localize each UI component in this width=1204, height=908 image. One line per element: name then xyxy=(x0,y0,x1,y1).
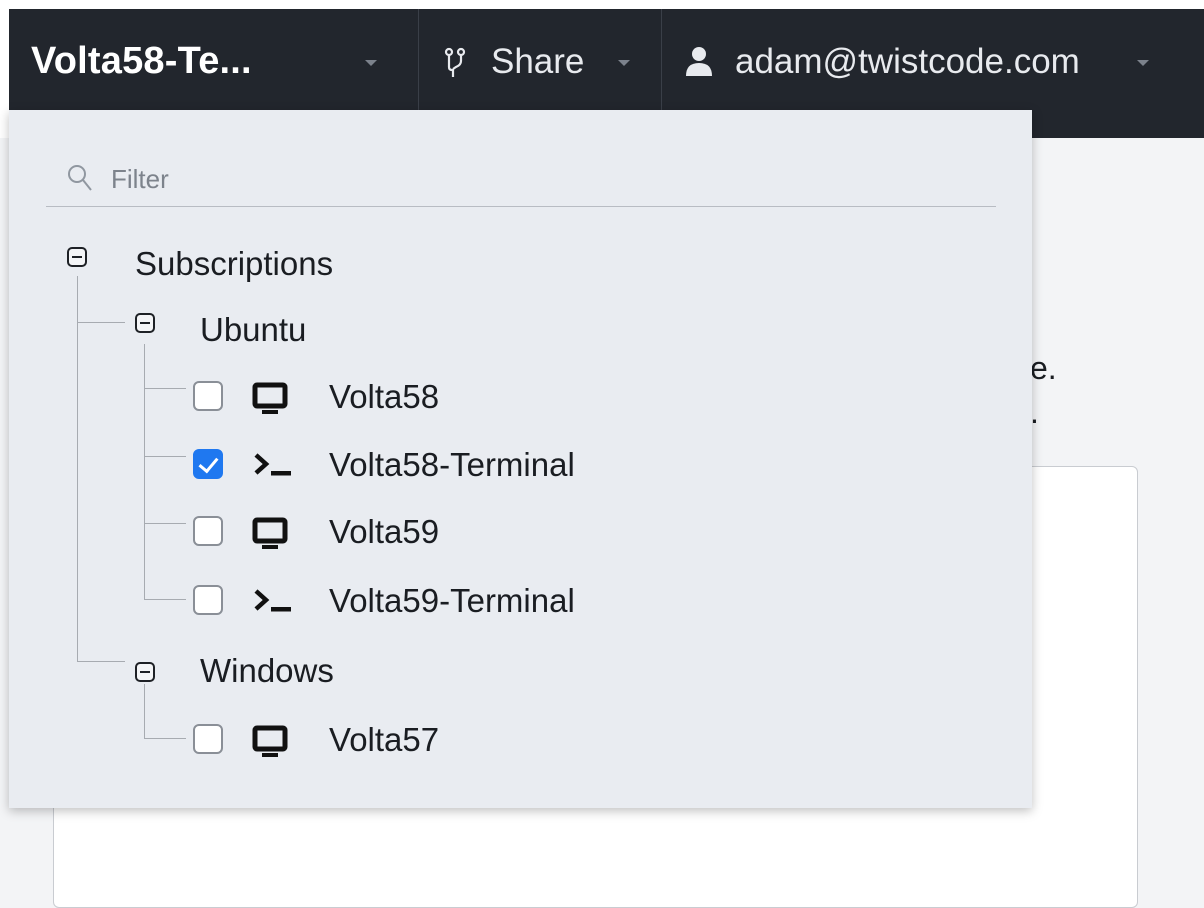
collapse-toggle-subscriptions[interactable] xyxy=(67,247,87,267)
monitor-icon xyxy=(252,725,288,757)
checkbox-volta59[interactable] xyxy=(193,516,223,546)
checkbox-volta57[interactable] xyxy=(193,724,223,754)
caret-down-icon xyxy=(1137,60,1149,66)
share-button[interactable]: Share xyxy=(420,9,662,110)
terminal-icon xyxy=(254,589,291,612)
tree-group-windows[interactable]: Windows xyxy=(200,652,334,690)
monitor-icon xyxy=(252,517,288,549)
background-text-fragment: e. xyxy=(1030,350,1057,386)
session-title: Volta58-Te... xyxy=(31,40,252,82)
tree-item-volta58[interactable]: Volta58 xyxy=(329,378,439,416)
filter-input[interactable] xyxy=(109,158,973,200)
terminal-icon xyxy=(254,453,291,476)
tree-item-volta57[interactable]: Volta57 xyxy=(329,721,439,759)
tree-item-volta59[interactable]: Volta59 xyxy=(329,513,439,551)
caret-down-icon xyxy=(618,60,630,66)
user-account-dropdown[interactable]: adam@twistcode.com xyxy=(663,9,1204,110)
session-title-dropdown[interactable]: Volta58-Te... xyxy=(9,9,419,110)
tree-connector xyxy=(144,738,186,739)
filter-bar xyxy=(46,150,996,207)
tree-connector xyxy=(144,684,145,738)
tree-item-volta59-terminal[interactable]: Volta59-Terminal xyxy=(329,582,575,620)
tree-connector xyxy=(77,276,78,661)
caret-down-icon xyxy=(365,60,377,66)
tree-connector xyxy=(144,523,186,524)
search-icon xyxy=(68,165,92,191)
tree-connector xyxy=(144,456,186,457)
user-icon xyxy=(686,47,712,76)
tree-group-ubuntu[interactable]: Ubuntu xyxy=(200,311,306,349)
share-label: Share xyxy=(491,42,585,81)
tree-connector xyxy=(144,344,145,599)
user-email: adam@twistcode.com xyxy=(735,42,1080,81)
branch-share-icon xyxy=(444,47,466,77)
tree-connector xyxy=(77,661,125,662)
checkbox-volta58[interactable] xyxy=(193,381,223,411)
tree-item-volta58-terminal[interactable]: Volta58-Terminal xyxy=(329,446,575,484)
tree-root-subscriptions[interactable]: Subscriptions xyxy=(135,245,333,283)
collapse-toggle-windows[interactable] xyxy=(135,662,155,682)
checkbox-volta58-terminal[interactable] xyxy=(193,449,223,479)
collapse-toggle-ubuntu[interactable] xyxy=(135,313,155,333)
session-tree-dropdown: Subscriptions Ubuntu Volta58 Volta58-Ter… xyxy=(9,110,1032,808)
checkbox-volta59-terminal[interactable] xyxy=(193,585,223,615)
tree-connector xyxy=(77,322,125,323)
monitor-icon xyxy=(252,382,288,414)
tree-connector xyxy=(144,388,186,389)
tree-connector xyxy=(144,599,186,600)
